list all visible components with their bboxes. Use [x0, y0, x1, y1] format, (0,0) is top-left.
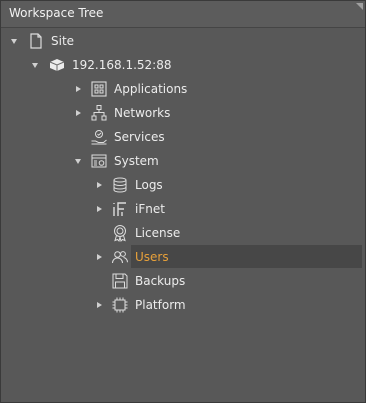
chip-icon	[111, 296, 129, 314]
tree-item-label: Logs	[135, 178, 163, 192]
expand-arrow-icon[interactable]	[73, 101, 83, 125]
server-icon	[48, 56, 66, 74]
tree-item-label: Services	[114, 130, 165, 144]
tree-item-users[interactable]: Users	[0, 245, 364, 269]
tree-item-label: iFnet	[135, 202, 165, 216]
expand-arrow-icon[interactable]	[73, 149, 83, 173]
license-badge-icon	[111, 224, 129, 242]
expand-arrow-icon[interactable]	[73, 77, 83, 101]
services-hand-icon	[90, 128, 108, 146]
tree-item-label: Users	[135, 250, 169, 264]
ifnet-icon	[111, 200, 129, 218]
tree-item-platform[interactable]: Platform	[0, 293, 364, 317]
tree-item-services[interactable]: Services	[0, 125, 364, 149]
tree-item-applications[interactable]: Applications	[0, 77, 364, 101]
tree-item-label: License	[135, 226, 181, 240]
document-icon	[27, 32, 45, 50]
expand-arrow-icon[interactable]	[94, 197, 104, 221]
tree-item-logs[interactable]: Logs	[0, 173, 364, 197]
tree-item-system[interactable]: System	[0, 149, 364, 173]
system-settings-icon	[90, 152, 108, 170]
tree-item-label: Platform	[135, 298, 186, 312]
network-icon	[90, 104, 108, 122]
tree-item-host[interactable]: 192.168.1.52:88	[0, 53, 364, 77]
tree-item-networks[interactable]: Networks	[0, 101, 364, 125]
expand-arrow-icon[interactable]	[94, 293, 104, 317]
applications-icon	[90, 80, 108, 98]
expand-arrow-icon[interactable]	[30, 53, 40, 77]
tree-item-license[interactable]: License	[0, 221, 364, 245]
database-icon	[111, 176, 129, 194]
tree-item-label: Backups	[135, 274, 186, 288]
tree-item-backups[interactable]: Backups	[0, 269, 364, 293]
tree-item-label: 192.168.1.52:88	[72, 58, 172, 72]
tree-item-label: System	[114, 154, 159, 168]
expand-arrow-icon[interactable]	[94, 173, 104, 197]
expand-arrow-icon[interactable]	[94, 245, 104, 269]
corner-resize-icon[interactable]	[356, 3, 363, 10]
floppy-disk-icon	[111, 272, 129, 290]
panel-titlebar: Workspace Tree	[1, 1, 365, 28]
tree-item-ifnet[interactable]: iFnet	[0, 197, 364, 221]
tree-item-site[interactable]: Site	[0, 29, 364, 53]
expand-arrow-icon[interactable]	[9, 29, 19, 53]
users-icon	[111, 248, 129, 266]
tree-item-label: Applications	[114, 82, 188, 96]
tree-item-label: Site	[51, 34, 75, 48]
tree-item-label: Networks	[114, 106, 171, 120]
panel-title: Workspace Tree	[9, 6, 104, 20]
